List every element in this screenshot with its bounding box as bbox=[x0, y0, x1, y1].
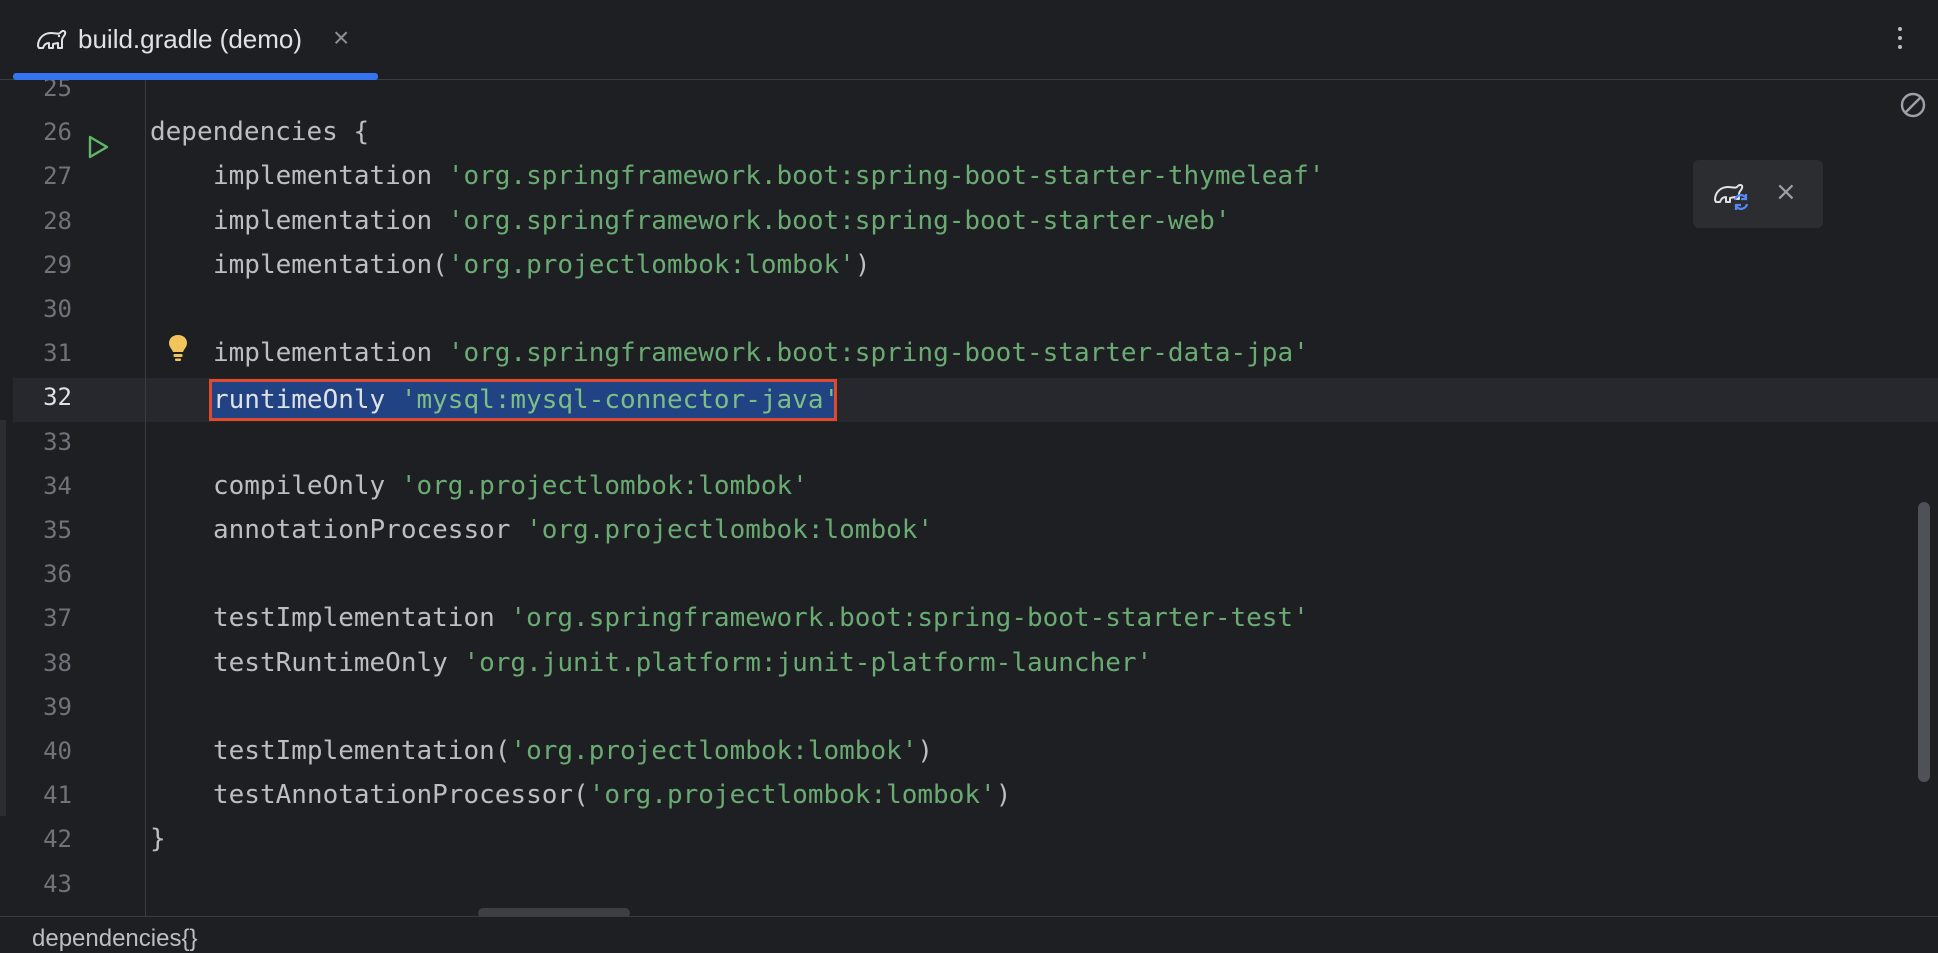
line-number: 34 bbox=[43, 471, 72, 500]
more-options-icon[interactable] bbox=[1890, 22, 1910, 58]
selected-code[interactable]: runtimeOnly 'mysql:mysql-connector-java' bbox=[213, 378, 839, 422]
code-text: implementation 'org.springframework.boot… bbox=[150, 199, 1230, 243]
code-text: implementation 'org.springframework.boot… bbox=[150, 331, 1309, 375]
line-number: 32 bbox=[43, 383, 72, 412]
code-keyword: } bbox=[150, 824, 166, 855]
code-string: 'org.projectlombok:lombok' bbox=[510, 736, 918, 766]
code-line[interactable]: 41 testAnnotationProcessor('org.projectlo… bbox=[0, 773, 1938, 817]
code-line[interactable]: 36 bbox=[0, 552, 1938, 596]
code-keyword: testRuntimeOnly bbox=[213, 647, 464, 678]
line-number: 31 bbox=[43, 339, 72, 368]
code-text: annotationProcessor 'org.projectlombok:l… bbox=[150, 508, 933, 552]
line-number: 33 bbox=[43, 427, 72, 456]
active-tab-indicator bbox=[13, 73, 378, 80]
line-number: 39 bbox=[43, 692, 72, 721]
code-line[interactable]: 27 implementation 'org.springframework.bo… bbox=[0, 154, 1938, 198]
gradle-sync-popup: × bbox=[1693, 160, 1823, 228]
code-keyword: dependencies { bbox=[150, 117, 370, 148]
code-text: testRuntimeOnly 'org.junit.platform:juni… bbox=[150, 641, 1152, 685]
selected-string: 'mysql:mysql-connector-java' bbox=[400, 385, 840, 415]
line-number: 29 bbox=[43, 250, 72, 279]
line-number: 28 bbox=[43, 206, 72, 235]
gradle-elephant-icon bbox=[37, 29, 67, 49]
line-number: 43 bbox=[43, 869, 72, 898]
code-text: dependencies { bbox=[150, 110, 369, 154]
code-line[interactable]: 42} bbox=[0, 817, 1938, 861]
vertical-scrollbar[interactable] bbox=[1918, 502, 1930, 782]
code-keyword: implementation bbox=[213, 205, 448, 236]
code-keyword: annotationProcessor bbox=[213, 515, 527, 545]
breadcrumb-bar: dependencies{} bbox=[0, 916, 1938, 952]
tab-build-gradle[interactable]: build.gradle (demo) × bbox=[13, 0, 378, 80]
code-string: 'org.springframework.boot:spring-boot-st… bbox=[447, 161, 1325, 192]
line-number: 27 bbox=[43, 162, 72, 191]
line-number: 37 bbox=[43, 604, 72, 633]
code-keyword: testAnnotationProcessor( bbox=[213, 780, 589, 811]
run-gutter-icon[interactable] bbox=[85, 134, 111, 160]
code-punctuation: ) bbox=[854, 249, 871, 280]
line-number: 30 bbox=[43, 295, 72, 323]
line-number: 26 bbox=[43, 118, 72, 147]
code-text: compileOnly 'org.projectlombok:lombok' bbox=[150, 464, 808, 508]
code-string: 'org.springframework.boot:spring-boot-st… bbox=[510, 603, 1309, 634]
code-line[interactable]: 33 bbox=[0, 420, 1938, 464]
code-editor[interactable]: 25 26 dependencies { 27 implementation 'org.… bbox=[0, 80, 1938, 916]
code-line[interactable]: 43 bbox=[0, 862, 1938, 906]
code-punctuation: ) bbox=[995, 780, 1012, 811]
editor-tab-bar: build.gradle (demo) × bbox=[0, 0, 1938, 80]
code-text: implementation 'org.springframework.boot… bbox=[150, 154, 1324, 198]
code-keyword: testImplementation( bbox=[213, 736, 511, 766]
code-line[interactable]: 34 compileOnly 'org.projectlombok:lombok' bbox=[0, 464, 1938, 508]
line-number: 38 bbox=[43, 648, 72, 677]
line-number: 40 bbox=[43, 737, 72, 765]
code-string: 'org.projectlombok:lombok' bbox=[447, 249, 855, 280]
code-line[interactable]: 35 annotationProcessor 'org.projectlombok… bbox=[0, 508, 1938, 552]
code-line[interactable]: 37 testImplementation 'org.springframewor… bbox=[0, 596, 1938, 640]
selected-keyword: runtimeOnly bbox=[213, 385, 401, 415]
code-string: 'org.projectlombok:lombok' bbox=[400, 470, 808, 501]
code-line[interactable]: 30 bbox=[0, 287, 1938, 331]
code-string: 'org.springframework.boot:spring-boot-st… bbox=[447, 205, 1231, 236]
code-text: implementation('org.projectlombok:lombok… bbox=[150, 243, 870, 287]
line-number: 42 bbox=[43, 825, 72, 854]
popup-close-icon[interactable]: × bbox=[1775, 177, 1797, 207]
code-text: testImplementation 'org.springframework.… bbox=[150, 596, 1309, 640]
code-text: testAnnotationProcessor('org.projectlomb… bbox=[150, 773, 1011, 817]
code-line[interactable]: 39 bbox=[0, 685, 1938, 729]
code-string: 'org.junit.platform:junit-platform-launc… bbox=[463, 647, 1153, 678]
code-string: 'org.projectlombok:lombok' bbox=[526, 515, 934, 545]
inspections-disabled-icon[interactable] bbox=[1898, 90, 1928, 120]
code-keyword: compileOnly bbox=[213, 470, 401, 501]
gradle-sync-icon[interactable] bbox=[1713, 178, 1749, 210]
code-line[interactable]: 28 implementation 'org.springframework.bo… bbox=[0, 199, 1938, 243]
code-keyword: implementation( bbox=[213, 249, 448, 280]
tab-close-icon[interactable]: × bbox=[333, 22, 349, 54]
code-punctuation: ) bbox=[917, 736, 934, 766]
code-text: } bbox=[150, 817, 166, 861]
code-line[interactable]: 40 testImplementation('org.projectlombok:… bbox=[0, 729, 1938, 773]
line-number: 41 bbox=[43, 781, 72, 810]
lightbulb-icon[interactable] bbox=[166, 333, 190, 363]
code-keyword: implementation bbox=[213, 161, 448, 192]
breadcrumb[interactable]: dependencies{} bbox=[32, 925, 198, 953]
code-keyword: testImplementation bbox=[213, 603, 511, 634]
line-number: 35 bbox=[43, 516, 72, 544]
code-text: testImplementation('org.projectlombok:lo… bbox=[150, 729, 933, 773]
code-keyword: implementation bbox=[213, 338, 448, 369]
code-string: 'org.springframework.boot:spring-boot-st… bbox=[447, 338, 1309, 369]
tab-title: build.gradle (demo) bbox=[78, 24, 303, 54]
code-string: 'org.projectlombok:lombok' bbox=[588, 780, 996, 811]
code-line[interactable]: 38 testRuntimeOnly 'org.junit.platform:ju… bbox=[0, 641, 1938, 685]
line-number: 25 bbox=[43, 80, 72, 102]
code-line[interactable]: 31 implementation 'org.springframework.bo… bbox=[0, 331, 1938, 375]
code-line[interactable]: 29 implementation('org.projectlombok:lomb… bbox=[0, 243, 1938, 287]
code-line[interactable]: 25 bbox=[0, 80, 1938, 110]
code-line[interactable]: 26 dependencies { bbox=[0, 110, 1938, 154]
line-number: 36 bbox=[43, 560, 72, 589]
